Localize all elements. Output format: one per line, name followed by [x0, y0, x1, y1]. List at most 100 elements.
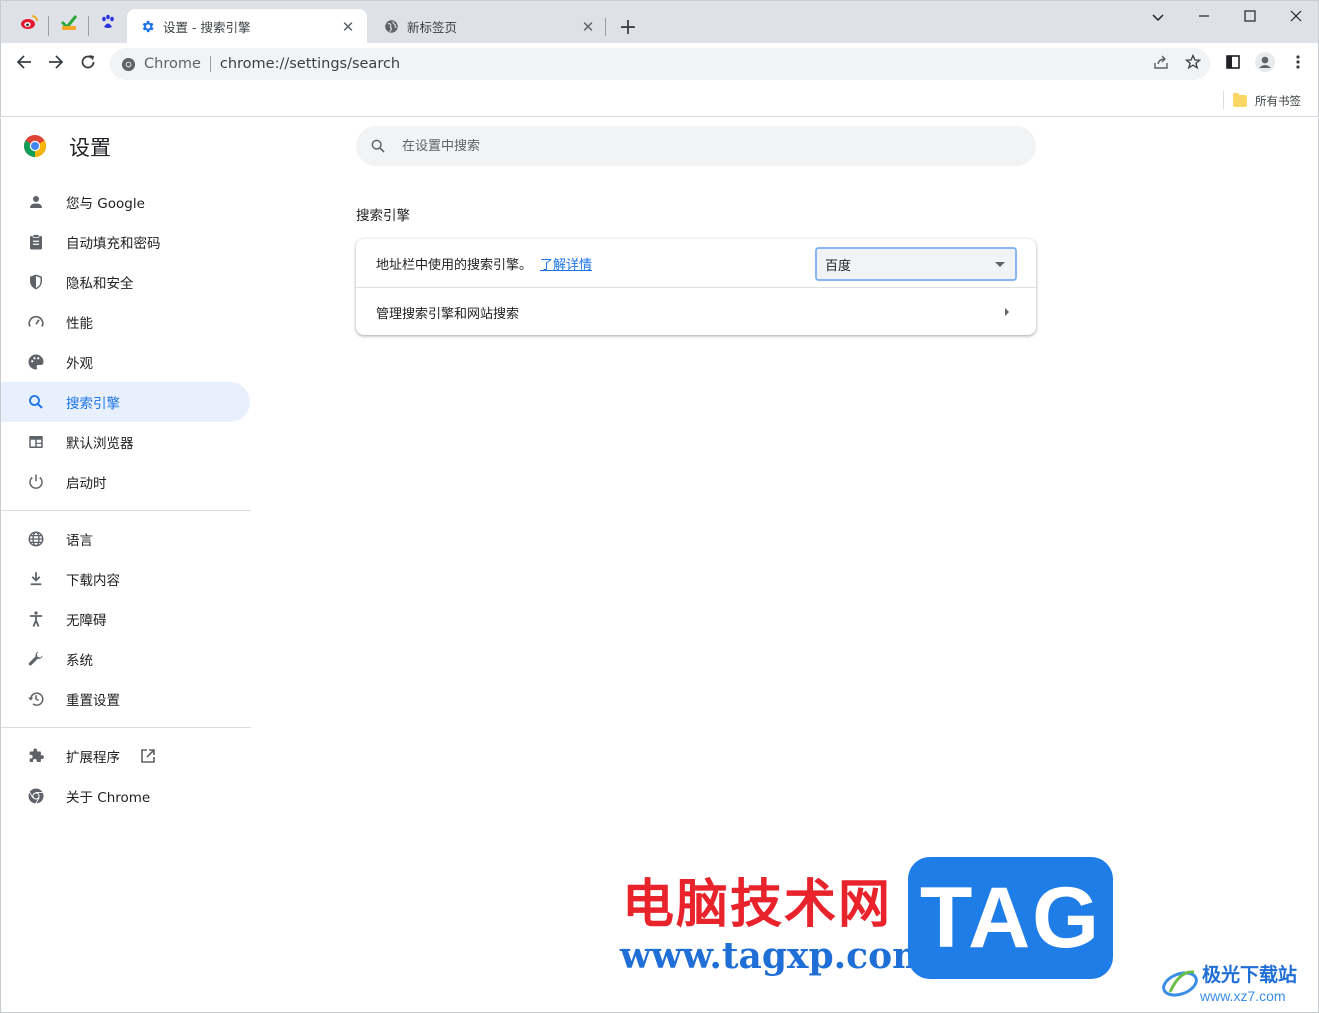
search-engine-row-label: 地址栏中使用的搜索引擎。 了解详情 [376, 254, 592, 273]
maximize-button[interactable] [1239, 5, 1261, 27]
tab-new-tab[interactable]: 新标签页 ✕ [371, 9, 607, 44]
side-panel-button[interactable] [1220, 51, 1246, 77]
weibo-icon [20, 14, 38, 34]
chrome-icon [120, 56, 136, 72]
pinned-divider [48, 16, 49, 36]
share-button[interactable] [1148, 51, 1174, 77]
window-close-button[interactable] [1285, 5, 1307, 27]
sidebar-item-search-engine[interactable]: 搜索引擎 [1, 382, 250, 422]
chevron-down-icon [1152, 7, 1164, 26]
sidebar-item-default-browser[interactable]: 默认浏览器 [1, 422, 250, 462]
pinned-tab-hao123[interactable] [55, 10, 83, 38]
arrow-right-icon [48, 54, 64, 74]
download-icon [25, 568, 47, 590]
open-in-new-icon [139, 747, 157, 765]
tab-title: 新标签页 [407, 20, 458, 35]
globe-icon [25, 528, 47, 550]
bookmark-divider [1223, 91, 1224, 109]
search-engine-row: 地址栏中使用的搜索引擎。 了解详情 百度 [356, 239, 1036, 287]
sidebar-item-label: 外观 [66, 356, 93, 372]
reload-button[interactable] [75, 51, 101, 77]
settings-search-box[interactable] [356, 126, 1036, 166]
search-icon [368, 136, 388, 156]
close-icon[interactable]: ✕ [339, 18, 357, 36]
search-engine-card: 地址栏中使用的搜索引擎。 了解详情 百度 管理搜索引擎和网站搜索 [356, 239, 1036, 335]
chrome-icon [25, 785, 47, 807]
sidebar-item-languages[interactable]: 语言 [1, 519, 250, 559]
sidebar-item-on-startup[interactable]: 启动时 [1, 462, 250, 502]
side-panel-icon [1225, 54, 1241, 74]
bookmark-star-button[interactable] [1180, 51, 1206, 77]
sidebar-item-label: 性能 [66, 316, 93, 332]
watermark-brand: 电脑技术网 [622, 875, 893, 935]
address-chip: Chrome [144, 56, 201, 72]
search-engine-select[interactable]: 百度 [815, 247, 1017, 281]
sidebar-item-privacy[interactable]: 隐私和安全 [1, 262, 250, 302]
gear-icon [139, 19, 155, 35]
watermark-tag-logo: TAG [908, 857, 1113, 979]
sidebar-item-label: 您与 Google [66, 196, 145, 212]
toolbar: Chrome chrome://settings/search [0, 43, 1319, 85]
address-url[interactable]: chrome://settings/search [220, 56, 400, 72]
back-button[interactable] [11, 51, 37, 77]
avatar [1255, 52, 1275, 76]
tab-search-button[interactable] [1147, 5, 1169, 27]
watermark-site-url: www.xz7.com [1200, 988, 1286, 1004]
sidebar-item-label: 启动时 [66, 476, 107, 492]
wrench-icon [25, 648, 47, 670]
sidebar-item-autofill[interactable]: 自动填充和密码 [1, 222, 250, 262]
sidebar-item-label: 重置设置 [66, 693, 120, 709]
sidebar-item-system[interactable]: 系统 [1, 639, 250, 679]
close-icon[interactable]: ✕ [579, 18, 597, 36]
sidebar-item-performance[interactable]: 性能 [1, 302, 250, 342]
browser-window-icon [25, 431, 47, 453]
minimize-button[interactable] [1193, 5, 1215, 27]
sidebar-item-accessibility[interactable]: 无障碍 [1, 599, 250, 639]
sidebar-item-label: 扩展程序 [66, 750, 120, 766]
tab-settings[interactable]: 设置 - 搜索引擎 ✕ [127, 9, 367, 44]
sidebar-item-downloads[interactable]: 下载内容 [1, 559, 250, 599]
manage-search-engines-row[interactable]: 管理搜索引擎和网站搜索 [356, 288, 1036, 336]
sidebar-item-extensions[interactable]: 扩展程序 [1, 736, 250, 776]
address-divider [209, 56, 211, 72]
sidebar-item-label: 无障碍 [66, 613, 107, 629]
shield-icon [25, 271, 47, 293]
tab-divider [605, 18, 606, 36]
profile-button[interactable] [1252, 51, 1278, 77]
sidebar-item-label: 默认浏览器 [66, 436, 134, 452]
sidebar-item-label: 隐私和安全 [66, 276, 134, 292]
forward-button[interactable] [43, 51, 69, 77]
all-bookmarks-button[interactable]: 所有书签 [1233, 91, 1301, 111]
puzzle-icon [25, 745, 47, 767]
hao123-icon [60, 13, 78, 35]
chrome-logo-icon [23, 134, 47, 158]
sidebar-item-reset-settings[interactable]: 重置设置 [1, 679, 250, 719]
all-bookmarks-label: 所有书签 [1255, 94, 1301, 108]
more-vert-icon [1296, 54, 1300, 74]
section-title: 搜索引擎 [356, 208, 410, 224]
dropdown-arrow-icon [995, 261, 1005, 267]
bookmark-bar: 所有书签 [0, 85, 1319, 117]
menu-button[interactable] [1285, 51, 1311, 77]
sidebar-item-label: 系统 [66, 653, 93, 669]
settings-search-input[interactable] [402, 138, 1002, 154]
pinned-tab-baidu[interactable] [94, 10, 122, 38]
sidebar-divider [1, 727, 251, 728]
sidebar-item-appearance[interactable]: 外观 [1, 342, 250, 382]
pinned-divider [88, 16, 89, 36]
sidebar-item-label: 自动填充和密码 [66, 236, 161, 252]
sidebar-item-label: 关于 Chrome [66, 790, 151, 806]
share-icon [1153, 54, 1169, 74]
learn-more-link[interactable]: 了解详情 [540, 258, 592, 273]
sidebar-item-about-chrome[interactable]: 关于 Chrome [1, 776, 250, 816]
pinned-tab-weibo[interactable] [15, 10, 43, 38]
address-bar[interactable]: Chrome chrome://settings/search [110, 48, 1210, 80]
tab-strip: 设置 - 搜索引擎 ✕ 新标签页 ✕ + [0, 0, 1319, 44]
sidebar-item-you-and-google[interactable]: 您与 Google [1, 182, 250, 222]
power-icon [25, 471, 47, 493]
clipboard-icon [25, 231, 47, 253]
new-tab-button[interactable]: + [616, 15, 640, 40]
sidebar-item-label: 下载内容 [66, 573, 120, 589]
chevron-right-icon [1001, 305, 1013, 319]
minimize-icon [1198, 7, 1210, 26]
